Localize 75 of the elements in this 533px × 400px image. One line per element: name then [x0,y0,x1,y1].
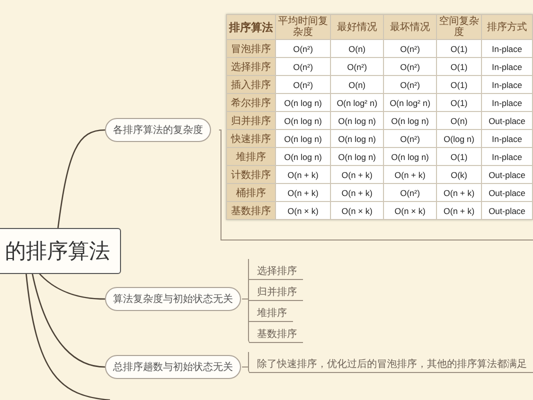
table-cell: O(n + k) [436,202,482,220]
column-header: 最好情况 [330,14,384,40]
table-cell: O(n log² n) [384,94,436,112]
table-cell: O(n + k) [436,184,482,202]
table-cell: O(n log n) [384,148,436,166]
subtopic[interactable]: 堆排序 [249,301,293,322]
table-cell: In-place [482,58,532,76]
row-header: 计数排序 [226,166,276,184]
table-cell: O(1) [436,76,482,94]
column-header: 空间复杂度 [436,14,482,40]
table-cell: O(n + k) [276,166,330,184]
table-cell: O(n log n) [276,94,330,112]
column-header: 平均时间复杂度 [276,14,330,40]
table-cell: O(n log n) [330,148,384,166]
row-header: 基数排序 [226,202,276,220]
table-cell: Out-place [482,112,532,130]
table-cell: O(n log n) [276,112,330,130]
topic-node[interactable]: 算法复杂度与初始状态无关 [105,287,241,311]
table-cell: O(n²) [330,58,384,76]
table-cell: In-place [482,130,532,148]
table-cell: O(n log n) [276,148,330,166]
column-header: 排序方式 [482,14,532,40]
table-cell: O(n + k) [330,166,384,184]
table-cell: O(n log² n) [330,94,384,112]
row-header: 快速排序 [226,130,276,148]
table-cell: O(n log n) [276,130,330,148]
table-cell: O(n + k) [384,166,436,184]
table-cell: O(n) [330,40,384,58]
topic-node[interactable]: 各排序算法的复杂度 [105,118,211,142]
column-header: 最坏情况 [384,14,436,40]
row-header: 插入排序 [226,76,276,94]
table-cell: O(n²) [384,58,436,76]
table-cell: O(n) [330,76,384,94]
subtopic[interactable]: 基数排序 [249,322,303,343]
table-cell: O(n × k) [384,202,436,220]
row-header: 归并排序 [226,112,276,130]
table-cell: O(n²) [384,40,436,58]
table-cell: O(1) [436,148,482,166]
table-cell: O(n²) [384,76,436,94]
subtopic[interactable]: 选择排序 [249,259,303,280]
table-cell: O(1) [436,94,482,112]
table-cell: In-place [482,148,532,166]
topic-node[interactable]: 总排序趟数与初始状态无关 [105,355,241,379]
subtopic[interactable]: 归并排序 [249,280,303,301]
table-cell: O(n log n) [384,112,436,130]
table-cell: O(n log n) [330,130,384,148]
table-cell: O(n²) [276,40,330,58]
table-cell: O(k) [436,166,482,184]
table-cell: O(n + k) [276,184,330,202]
table-cell: O(n) [436,112,482,130]
table-cell: O(n²) [276,58,330,76]
table-cell: Out-place [482,202,532,220]
row-header: 堆排序 [226,148,276,166]
table-cell: O(n log n) [330,112,384,130]
table-cell: In-place [482,76,532,94]
subtopic[interactable]: 除了快速排序，优化过后的冒泡排序，其他的排序算法都满足 [249,352,533,373]
table-cell: O(1) [436,40,482,58]
root-topic[interactable]: 的排序算法 [0,228,121,274]
column-header: 排序算法 [226,14,276,40]
table-cell: O(n × k) [330,202,384,220]
table-cell: O(log n) [436,130,482,148]
table-cell: Out-place [482,166,532,184]
table-cell: O(n + k) [330,184,384,202]
row-header: 冒泡排序 [226,40,276,58]
table-cell: In-place [482,94,532,112]
row-header: 桶排序 [226,184,276,202]
row-header: 希尔排序 [226,94,276,112]
table-cell: O(n²) [384,130,436,148]
table-cell: O(1) [436,58,482,76]
table-cell: In-place [482,40,532,58]
row-header: 选择排序 [226,58,276,76]
table-cell: O(n²) [276,76,330,94]
table-cell: O(n × k) [276,202,330,220]
table-cell: Out-place [482,184,532,202]
table-cell: O(n²) [384,184,436,202]
